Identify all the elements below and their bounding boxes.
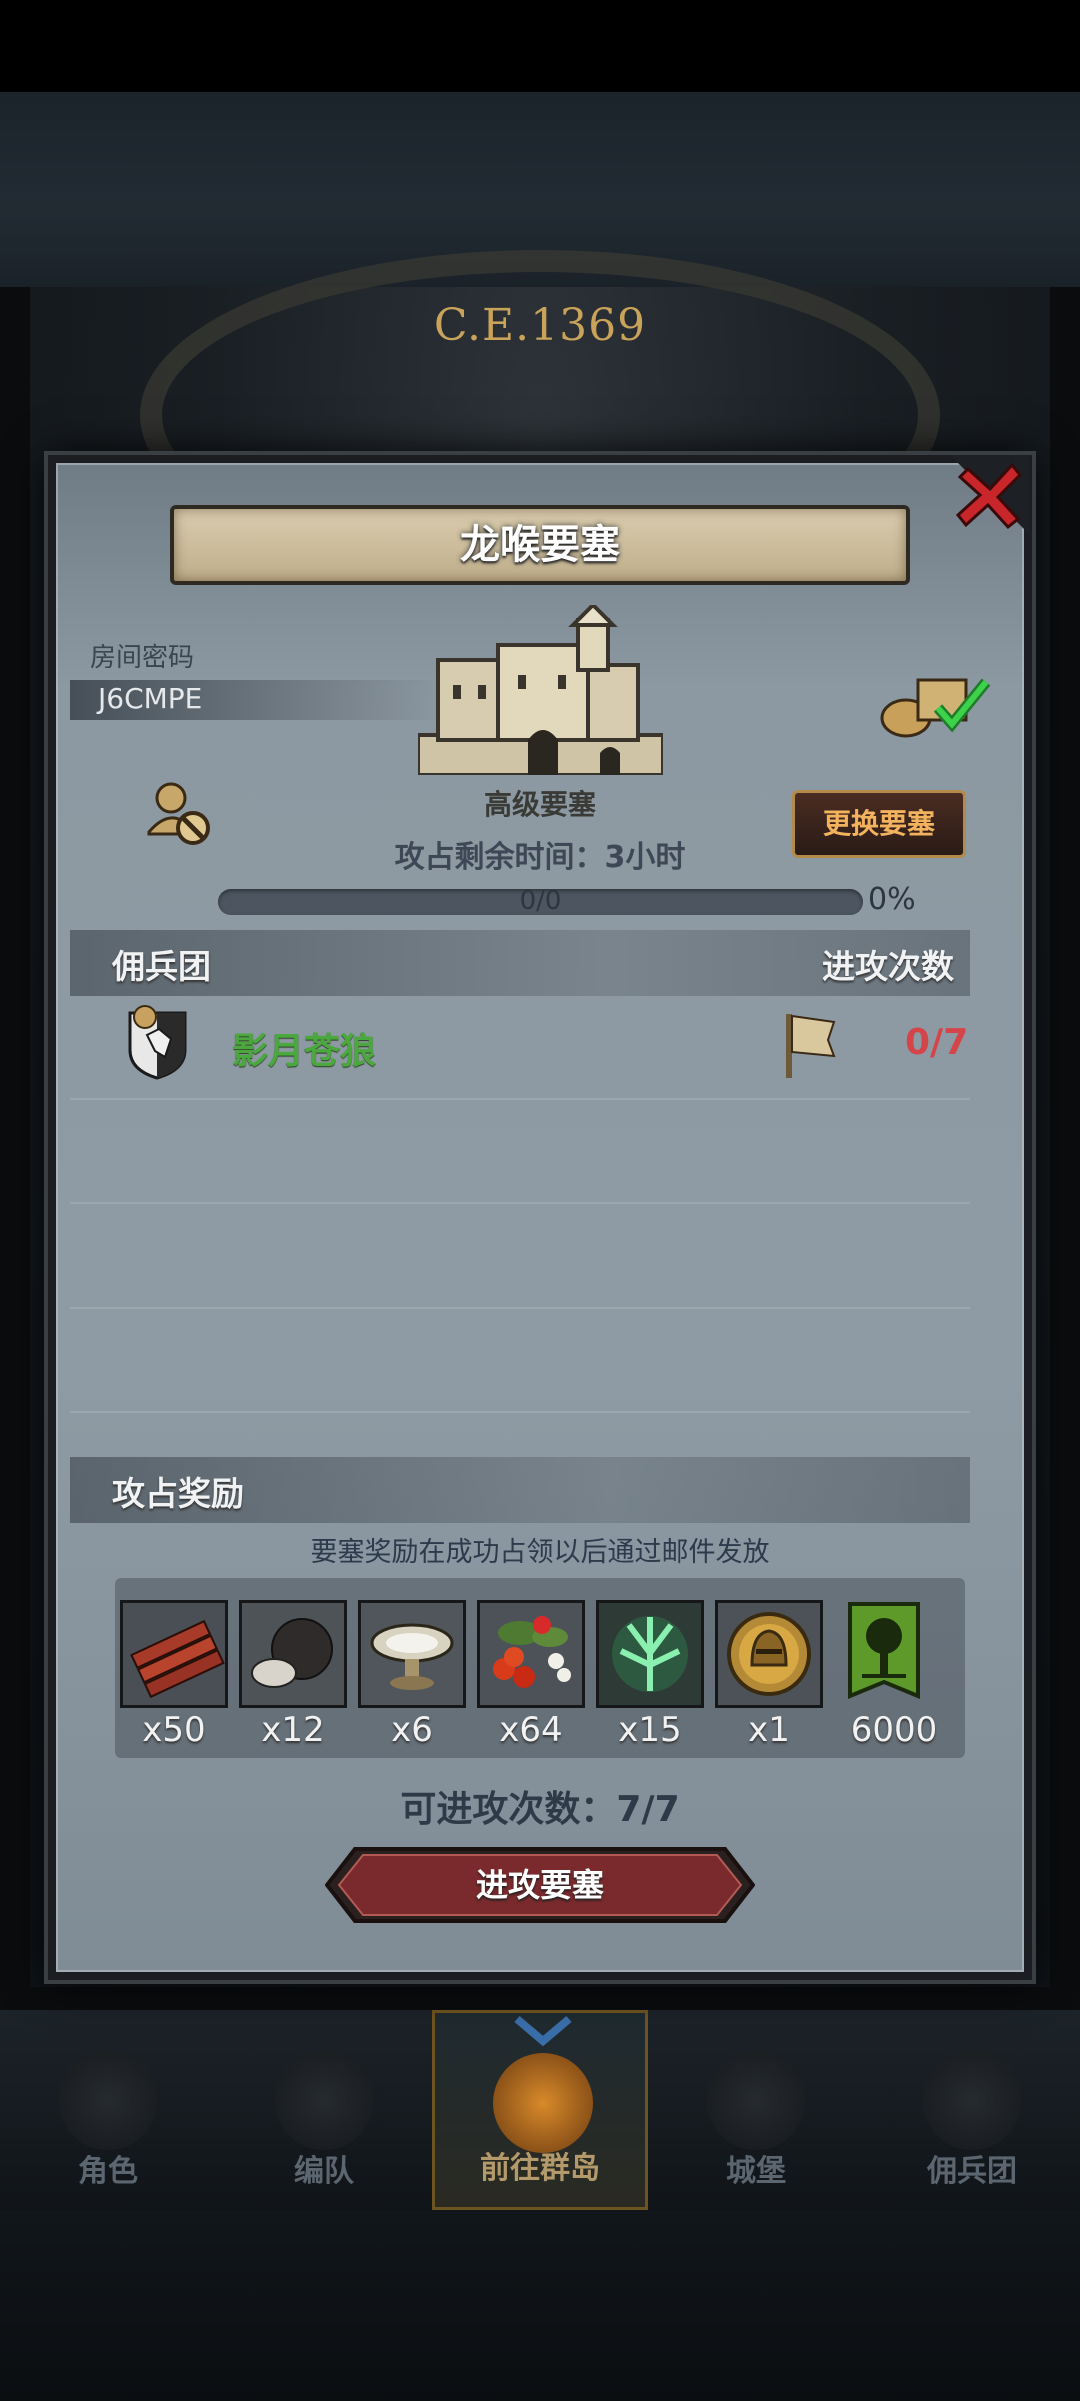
reward-qty: 6000 — [850, 1710, 938, 1750]
character-icon — [58, 2050, 158, 2150]
rewards-title: 攻占奖励 — [112, 1474, 244, 1513]
mercenary-icon — [922, 2050, 1022, 2150]
castle-icon — [706, 2050, 806, 2150]
reward-green-crystal[interactable] — [596, 1600, 704, 1710]
dialog-title: 龙喉要塞 — [460, 522, 620, 568]
room-code[interactable]: J6CMPE — [98, 682, 202, 715]
mercenary-column-header: 佣兵团 — [112, 947, 211, 986]
mercenary-name[interactable]: 影月苍狼 — [232, 1022, 376, 1074]
ore-icon — [239, 1600, 347, 1708]
flag-icon — [786, 1014, 836, 1078]
reward-qty: x12 — [261, 1710, 325, 1750]
nav-formation[interactable]: 编队 — [216, 2010, 432, 2210]
reward-qty: x1 — [748, 1710, 790, 1750]
nav-islands[interactable]: 前往群岛 — [432, 2010, 648, 2210]
nav-label: 角色 — [78, 2154, 138, 2189]
reward-qty: x50 — [142, 1710, 206, 1750]
attack-fortress-label[interactable]: 进攻要塞 — [325, 1845, 755, 1925]
attacks-column-header: 进攻次数 — [822, 947, 954, 986]
bottom-padding — [0, 2210, 1080, 2401]
wood-icon — [120, 1600, 228, 1708]
row-divider — [70, 1307, 970, 1309]
fortress-icon — [418, 605, 663, 775]
reward-qty: x6 — [391, 1710, 433, 1750]
nav-label: 编队 — [294, 2154, 354, 2189]
progress-count: 0/0 — [519, 886, 562, 916]
silver-plate-icon — [358, 1600, 466, 1708]
rewards-note: 要塞奖励在成功占领以后通过邮件发放 — [310, 1537, 770, 1568]
wolf-emblem-icon — [128, 1005, 187, 1080]
attempts-remaining: 可进攻次数：7/7 — [400, 1789, 680, 1830]
reward-qty: x15 — [618, 1710, 682, 1750]
reward-guild-banner[interactable] — [844, 1600, 924, 1710]
globe-icon — [493, 2053, 593, 2153]
loot-bag-icon[interactable] — [878, 668, 998, 738]
reward-silver-plate[interactable] — [358, 1600, 466, 1710]
close-icon[interactable] — [950, 455, 1030, 535]
nav-label: 佣兵团 — [927, 2154, 1017, 2189]
era-year: C.E.1369 — [433, 300, 647, 351]
reward-ore[interactable] — [239, 1600, 347, 1710]
reward-qty: x64 — [499, 1710, 563, 1750]
nav-castle[interactable]: 城堡 — [648, 2010, 864, 2210]
nav-label: 前往群岛 — [480, 2151, 600, 2186]
nav-character[interactable]: 角色 — [0, 2010, 216, 2210]
guild-banner-icon — [848, 1602, 920, 1699]
row-divider — [70, 1202, 970, 1204]
reward-wood[interactable] — [120, 1600, 228, 1710]
status-bar-area — [0, 0, 1080, 92]
reward-helmet-coin[interactable] — [715, 1600, 823, 1710]
room-code-label: 房间密码 — [90, 643, 195, 673]
berries-icon — [477, 1600, 585, 1708]
row-divider — [70, 1411, 970, 1413]
progress-percent: 0% — [868, 882, 916, 917]
helmet-coin-icon — [715, 1600, 823, 1708]
nav-mercenary[interactable]: 佣兵团 — [864, 2010, 1080, 2210]
remaining-time: 攻占剩余时间：3小时 — [394, 840, 686, 875]
nav-label: 城堡 — [726, 2154, 786, 2189]
green-crystal-icon — [596, 1600, 704, 1708]
formation-icon — [274, 2050, 374, 2150]
bottom-nav: 角色 编队 前往群岛 城堡 佣兵团 — [0, 2010, 1080, 2210]
chevron-down-icon — [514, 2015, 572, 2047]
mercenary-attack-count: 0/7 — [905, 1022, 969, 1063]
reward-berries[interactable] — [477, 1600, 585, 1710]
row-divider — [70, 1098, 970, 1100]
